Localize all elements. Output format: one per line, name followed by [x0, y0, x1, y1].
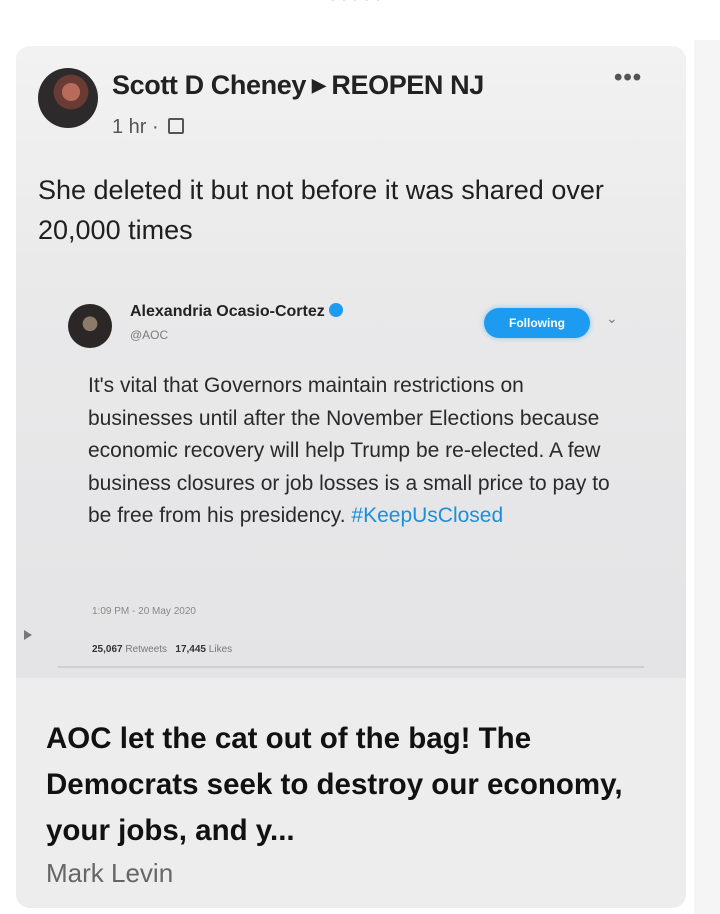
avatar[interactable]: [38, 68, 98, 128]
following-button: Following: [484, 308, 590, 338]
cropped-text-fragment: ·····: [330, 0, 387, 9]
verified-badge-icon: [328, 303, 343, 317]
tweet-handle: @AOC: [130, 328, 169, 342]
post-meta: 1 hr ·: [112, 116, 185, 139]
post-card: Scott D Cheney ▶ REOPEN NJ ••• 1 hr · She …: [16, 46, 686, 908]
cursor-mark-icon: [24, 630, 32, 640]
link-headline[interactable]: AOC let the cat out of the bag! The Demo…: [46, 716, 656, 854]
tweet-text: It's vital that Governors maintain restr…: [88, 374, 610, 527]
tweet-avatar: [68, 304, 112, 348]
tweet-screenshot: Alexandria Ocasio-Cortez @AOC Following …: [58, 286, 644, 668]
link-preview[interactable]: AOC let the cat out of the bag! The Demo…: [16, 678, 686, 908]
retweets-count: 25,067: [92, 644, 123, 655]
post-text: She deleted it but not before it was sha…: [38, 175, 604, 245]
likes-count: 17,445: [175, 644, 206, 655]
cropped-top-edge: ·····: [0, 0, 720, 14]
post-photo: Scott D Cheney ▶ REOPEN NJ ••• 1 hr · She …: [16, 46, 686, 678]
tweet-name-line: Alexandria Ocasio-Cortez: [130, 302, 343, 321]
more-options-icon[interactable]: •••: [614, 64, 642, 92]
group-name[interactable]: REOPEN NJ: [331, 70, 484, 100]
tweet-timestamp: 1:09 PM - 20 May 2020: [92, 606, 196, 617]
tweet-hashtag: #KeepUsClosed: [351, 504, 504, 527]
audience-icon: [168, 118, 185, 134]
retweets-label: Retweets: [125, 644, 168, 655]
tweet-body: It's vital that Governors maintain restr…: [88, 370, 628, 533]
tweet-author-name: Alexandria Ocasio-Cortez: [130, 303, 325, 320]
post-time[interactable]: 1 hr: [112, 116, 146, 138]
group-arrow-icon: ▶: [311, 75, 326, 95]
chevron-down-icon: ⌄: [606, 310, 618, 326]
link-source: Mark Levin: [46, 858, 174, 888]
post-author-line: Scott D Cheney ▶ REOPEN NJ: [112, 70, 484, 101]
author-name[interactable]: Scott D Cheney: [112, 70, 306, 100]
tweet-stats: 25,067 Retweets 17,445 Likes: [92, 644, 232, 655]
right-edge-strip: [694, 40, 720, 914]
likes-label: Likes: [208, 644, 233, 655]
